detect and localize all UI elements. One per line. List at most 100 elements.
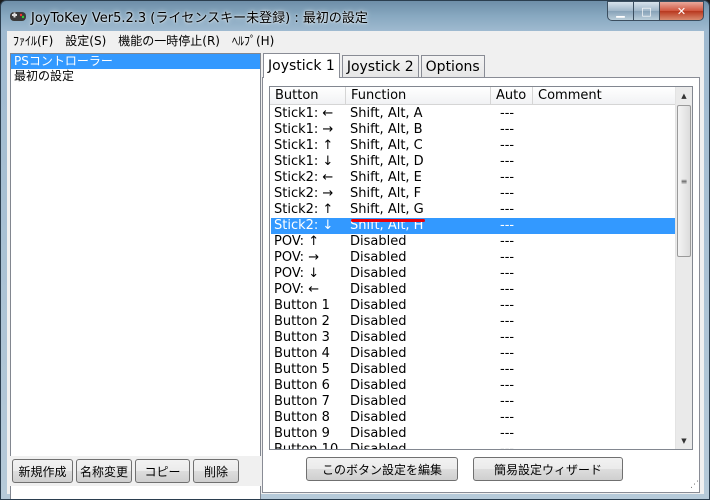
tab-joystick-1[interactable]: Joystick 1 [263,53,340,78]
rename-profile-button[interactable]: 名称変更 [76,459,132,483]
vertical-scrollbar[interactable]: ▲ ≡ ▼ [675,87,692,449]
cell-function: Shift, Alt, E [350,170,422,185]
profile-list[interactable]: PSコントローラー 最初の設定 [10,53,261,499]
table-row[interactable]: Button 5 Disabled --- [271,362,675,378]
column-header-function[interactable]: Function [346,87,491,105]
table-row[interactable]: Button 9 Disabled --- [271,426,675,442]
scroll-down-icon[interactable]: ▼ [676,432,692,449]
close-button[interactable]: ✕ [660,1,704,21]
cell-button: Button 8 [274,410,330,425]
table-row[interactable]: Button 6 Disabled --- [271,378,675,394]
table-row[interactable]: Stick1: ← Shift, Alt, A --- [271,106,675,122]
minimize-icon: ▁ [616,4,625,18]
menu-settings[interactable]: 設定(S) [59,32,112,49]
column-header-button[interactable]: Button [270,87,346,105]
cell-comment [534,330,674,346]
cell-function: Disabled [350,346,407,361]
cell-button: Button 3 [274,330,330,345]
cell-function: Disabled [350,298,407,313]
delete-profile-button[interactable]: 削除 [193,459,239,483]
cell-button: Button 10 [271,442,347,449]
cell-auto: --- [500,202,515,217]
table-header: Button Function Auto Comment [270,87,676,105]
cell-comment [534,394,674,410]
cell-auto: --- [500,378,515,393]
cell-function: Disabled [350,330,407,345]
cell-auto: --- [500,298,515,313]
cell-button: Stick1: → [274,122,334,137]
table-row[interactable]: POV: ↓ Disabled --- [271,266,675,282]
table-row[interactable]: Stick2: → Shift, Alt, F --- [271,186,675,202]
menu-file[interactable]: ﾌｧｲﾙ(F) [7,32,59,49]
cell-button: Button 4 [274,346,330,361]
new-profile-button[interactable]: 新規作成 [12,459,73,483]
minimize-button[interactable]: ▁ [607,1,634,21]
size-grip-icon[interactable]: ⋰ [690,480,702,492]
assignment-table[interactable]: Button Function Auto Comment Stick1: ← Sh… [269,86,693,450]
cell-comment [534,202,674,218]
table-row[interactable]: Button 1 Disabled --- [271,298,675,314]
cell-function: Disabled [350,394,407,409]
cell-function: Disabled [350,282,407,297]
cell-button: POV: ↑ [274,234,320,249]
tab-page-joystick-1: Button Function Auto Comment Stick1: ← Sh… [262,77,700,493]
cell-function: Disabled [350,314,407,329]
edit-button-setting-button[interactable]: このボタン設定を編集 [306,457,458,481]
cell-auto: --- [500,346,515,361]
cell-comment [534,186,674,202]
red-underline-annotation [351,219,425,222]
cell-button: Stick1: ↓ [274,154,334,169]
cell-comment [534,442,674,449]
menu-bar: ﾌｧｲﾙ(F) 設定(S) 機能の一時停止(R) ﾍﾙﾌﾟ(H) [7,31,704,50]
cell-button: POV: ↓ [274,266,320,281]
cell-comment [534,218,674,234]
cell-function: Disabled [350,410,407,425]
cell-function: Shift, Alt, F [350,186,422,201]
maximize-button[interactable]: □ [634,1,660,21]
copy-profile-button[interactable]: コピー [135,459,190,483]
table-row[interactable]: Button 2 Disabled --- [271,314,675,330]
maximize-icon: □ [641,4,652,18]
cell-auto: --- [500,122,515,137]
table-row[interactable]: Stick2: ← Shift, Alt, E --- [271,170,675,186]
table-row[interactable]: Stick1: → Shift, Alt, B --- [271,122,675,138]
table-row[interactable]: Stick1: ↓ Shift, Alt, D --- [271,154,675,170]
scroll-thumb[interactable]: ≡ [677,105,691,257]
setup-wizard-button[interactable]: 簡易設定ウィザード [473,457,623,481]
table-row[interactable]: Button 4 Disabled --- [271,346,675,362]
cell-auto: --- [500,394,515,409]
client-area: PSコントローラー 最初の設定 新規作成 名称変更 コピー 削除 Joystic… [7,50,704,499]
tab-options[interactable]: Options [420,55,485,77]
table-row[interactable]: Button 8 Disabled --- [271,410,675,426]
cell-auto: --- [500,410,515,425]
table-row[interactable]: POV: → Disabled --- [271,250,675,266]
table-row[interactable]: POV: ↑ Disabled --- [271,234,675,250]
tab-joystick-2[interactable]: Joystick 2 [341,55,419,77]
scroll-up-icon[interactable]: ▲ [676,87,692,104]
cell-comment [534,154,674,170]
column-header-comment[interactable]: Comment [533,87,676,105]
cell-comment [534,234,674,250]
cell-function: Disabled [350,266,407,281]
table-row[interactable]: POV: ← Disabled --- [271,282,675,298]
cell-function: Disabled [350,362,407,377]
table-row[interactable]: Button 10Disabled--- [271,442,675,449]
cell-comment [534,426,674,442]
menu-pause[interactable]: 機能の一時停止(R) [112,32,226,49]
profile-item[interactable]: PSコントローラー [11,54,260,69]
table-row[interactable]: Button 3 Disabled --- [271,330,675,346]
table-row[interactable]: Stick1: ↑ Shift, Alt, C --- [271,138,675,154]
cell-button: Stick1: ← [274,106,334,121]
table-row[interactable]: Stick2: ↑ Shift, Alt, G --- [271,202,675,218]
title-bar[interactable]: JoyToKey Ver5.2.3 (ライセンスキー未登録) : 最初の設定 ▁… [1,1,709,31]
cell-function: Disabled [350,234,407,249]
menu-help[interactable]: ﾍﾙﾌﾟ(H) [226,32,280,49]
table-row[interactable]: Stick2: ↓ Shift, Alt, H --- [271,218,675,234]
table-row[interactable]: Button 7 Disabled --- [271,394,675,410]
column-header-auto[interactable]: Auto [491,87,533,105]
cell-button: Button 5 [274,362,330,377]
cell-comment [534,170,674,186]
cell-button: Button 2 [274,314,330,329]
cell-auto: --- [500,250,515,265]
profile-item[interactable]: 最初の設定 [11,69,260,84]
